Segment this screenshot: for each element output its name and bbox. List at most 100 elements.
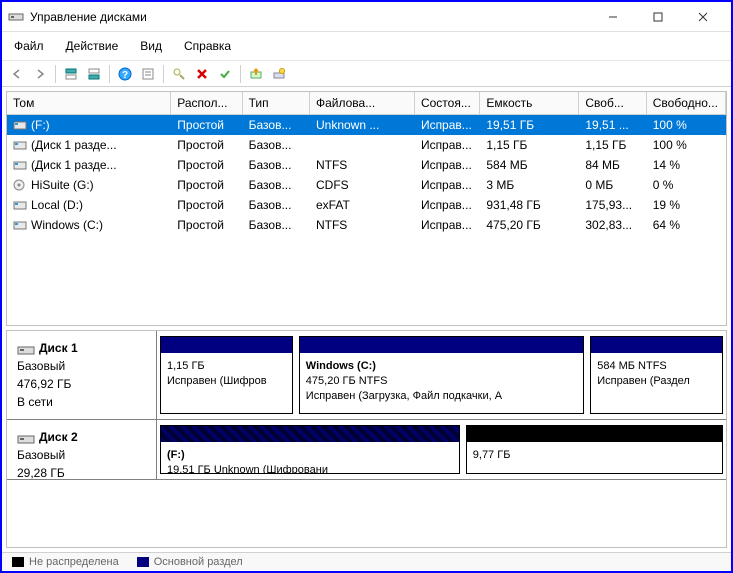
menu-view[interactable]: Вид <box>136 36 166 56</box>
volume-layout: Простой <box>171 136 242 154</box>
volume-fs <box>310 143 415 147</box>
volume-freepct: 100 % <box>647 136 726 154</box>
partition[interactable]: 1,15 ГБИсправен (Шифров <box>160 336 293 414</box>
volume-list-body: (F:)ПростойБазов...Unknown ...Исправ...1… <box>7 115 726 325</box>
partition-body: (F:)19,51 ГБ Unknown (Шифровани <box>161 442 459 473</box>
col-header-free[interactable]: Своб... <box>579 92 646 115</box>
volume-fs: NTFS <box>310 156 415 174</box>
volume-layout: Простой <box>171 116 242 134</box>
volume-name: (Диск 1 разде... <box>31 158 117 172</box>
partition-size: 475,20 ГБ NTFS <box>306 374 577 389</box>
partition-body: 1,15 ГБИсправен (Шифров <box>161 353 292 413</box>
volume-freepct: 0 % <box>647 176 726 194</box>
explore-button[interactable] <box>168 63 190 85</box>
partition-header <box>161 426 459 442</box>
volume-name: Local (D:) <box>31 198 83 212</box>
close-button[interactable] <box>680 3 725 31</box>
volume-status: Исправ... <box>415 116 480 134</box>
volume-status: Исправ... <box>415 156 480 174</box>
volume-layout: Простой <box>171 216 242 234</box>
partition-size: 1,15 ГБ <box>167 359 286 374</box>
col-header-capacity[interactable]: Емкость <box>480 92 579 115</box>
volume-row[interactable]: Windows (C:) ПростойБазов...NTFSИсправ...… <box>7 215 726 235</box>
volume-row[interactable]: Local (D:)ПростойБазов...exFATИсправ...9… <box>7 195 726 215</box>
menu-file[interactable]: Файл <box>10 36 48 56</box>
col-header-type[interactable]: Тип <box>243 92 310 115</box>
partition-header <box>467 426 722 442</box>
partition-header <box>300 337 583 353</box>
volume-status: Исправ... <box>415 136 480 154</box>
disk-row: Диск 1Базовый476,92 ГБВ сети1,15 ГБИспра… <box>7 331 726 420</box>
volume-list-header: Том Распол... Тип Файлова... Состоя... Е… <box>7 92 726 115</box>
volume-fs: NTFS <box>310 216 415 234</box>
svg-text:?: ? <box>122 70 128 81</box>
partition-header <box>591 337 722 353</box>
forward-button[interactable] <box>29 63 51 85</box>
legend: Не распределена Основной раздел <box>2 552 731 571</box>
volume-freepct: 100 % <box>647 116 726 134</box>
volume-freepct: 64 % <box>647 216 726 234</box>
menubar: Файл Действие Вид Справка <box>2 32 731 61</box>
view-top-button[interactable] <box>60 63 82 85</box>
volume-free: 1,15 ГБ <box>579 136 646 154</box>
disk-partitions: 1,15 ГБИсправен (ШифровWindows (C:)475,2… <box>157 331 726 419</box>
col-header-status[interactable]: Состоя... <box>415 92 480 115</box>
disk-icon <box>17 432 35 444</box>
back-button[interactable] <box>6 63 28 85</box>
volume-layout: Простой <box>171 196 242 214</box>
volume-capacity: 1,15 ГБ <box>480 136 579 154</box>
volume-row[interactable]: (F:)ПростойБазов...Unknown ...Исправ...1… <box>7 115 726 135</box>
disk-info[interactable]: Диск 2Базовый29,28 ГБ <box>7 420 157 479</box>
view-bottom-button[interactable] <box>83 63 105 85</box>
volume-icon <box>13 179 27 191</box>
disk-name: Диск 2 <box>39 430 78 444</box>
maximize-button[interactable] <box>635 3 680 31</box>
volume-capacity: 475,20 ГБ <box>480 216 579 234</box>
volume-icon <box>13 159 27 171</box>
partition-body: Windows (C:)475,20 ГБ NTFSИсправен (Загр… <box>300 353 583 413</box>
partition[interactable]: (F:)19,51 ГБ Unknown (Шифровани <box>160 425 460 474</box>
extend-button[interactable] <box>245 63 267 85</box>
partition-status: Исправен (Шифров <box>167 374 286 389</box>
minimize-button[interactable] <box>590 3 635 31</box>
window-controls <box>590 3 725 31</box>
rescan-button[interactable] <box>268 63 290 85</box>
col-header-freepct[interactable]: Свободно... <box>647 92 726 115</box>
volume-fs: exFAT <box>310 196 415 214</box>
menu-action[interactable]: Действие <box>62 36 123 56</box>
volume-row[interactable]: (Диск 1 разде...ПростойБазов...NTFSИспра… <box>7 155 726 175</box>
volume-icon <box>13 139 27 151</box>
col-header-layout[interactable]: Распол... <box>171 92 242 115</box>
partition-size: 19,51 ГБ Unknown (Шифровани <box>167 463 453 473</box>
delete-button[interactable] <box>191 63 213 85</box>
volume-icon <box>13 199 27 211</box>
volume-status: Исправ... <box>415 216 480 234</box>
properties-button[interactable] <box>137 63 159 85</box>
partition[interactable]: 584 МБ NTFSИсправен (Раздел <box>590 336 723 414</box>
volume-type: Базов... <box>243 156 310 174</box>
disk-name: Диск 1 <box>39 341 78 355</box>
volume-capacity: 584 МБ <box>480 156 579 174</box>
check-button[interactable] <box>214 63 236 85</box>
disk-info[interactable]: Диск 1Базовый476,92 ГБВ сети <box>7 331 157 419</box>
volume-name: (F:) <box>31 118 50 132</box>
help-button[interactable]: ? <box>114 63 136 85</box>
volume-row[interactable]: HiSuite (G:)ПростойБазов...CDFSИсправ...… <box>7 175 726 195</box>
volume-free: 84 МБ <box>579 156 646 174</box>
volume-list: Том Распол... Тип Файлова... Состоя... Е… <box>6 91 727 326</box>
volume-capacity: 931,48 ГБ <box>480 196 579 214</box>
volume-name: Windows (C:) <box>31 218 103 232</box>
volume-fs: CDFS <box>310 176 415 194</box>
partition[interactable]: Windows (C:)475,20 ГБ NTFSИсправен (Загр… <box>299 336 584 414</box>
volume-free: 302,83... <box>579 216 646 234</box>
disk-row: Диск 2Базовый29,28 ГБ(F:)19,51 ГБ Unknow… <box>7 420 726 480</box>
col-header-filesystem[interactable]: Файлова... <box>310 92 415 115</box>
partition[interactable]: 9,77 ГБ <box>466 425 723 474</box>
col-header-volume[interactable]: Том <box>7 92 171 115</box>
volume-type: Базов... <box>243 176 310 194</box>
partition-title: Windows (C:) <box>306 359 577 374</box>
legend-primary: Основной раздел <box>137 556 243 568</box>
volume-type: Базов... <box>243 216 310 234</box>
volume-row[interactable]: (Диск 1 разде...ПростойБазов...Исправ...… <box>7 135 726 155</box>
menu-help[interactable]: Справка <box>180 36 235 56</box>
